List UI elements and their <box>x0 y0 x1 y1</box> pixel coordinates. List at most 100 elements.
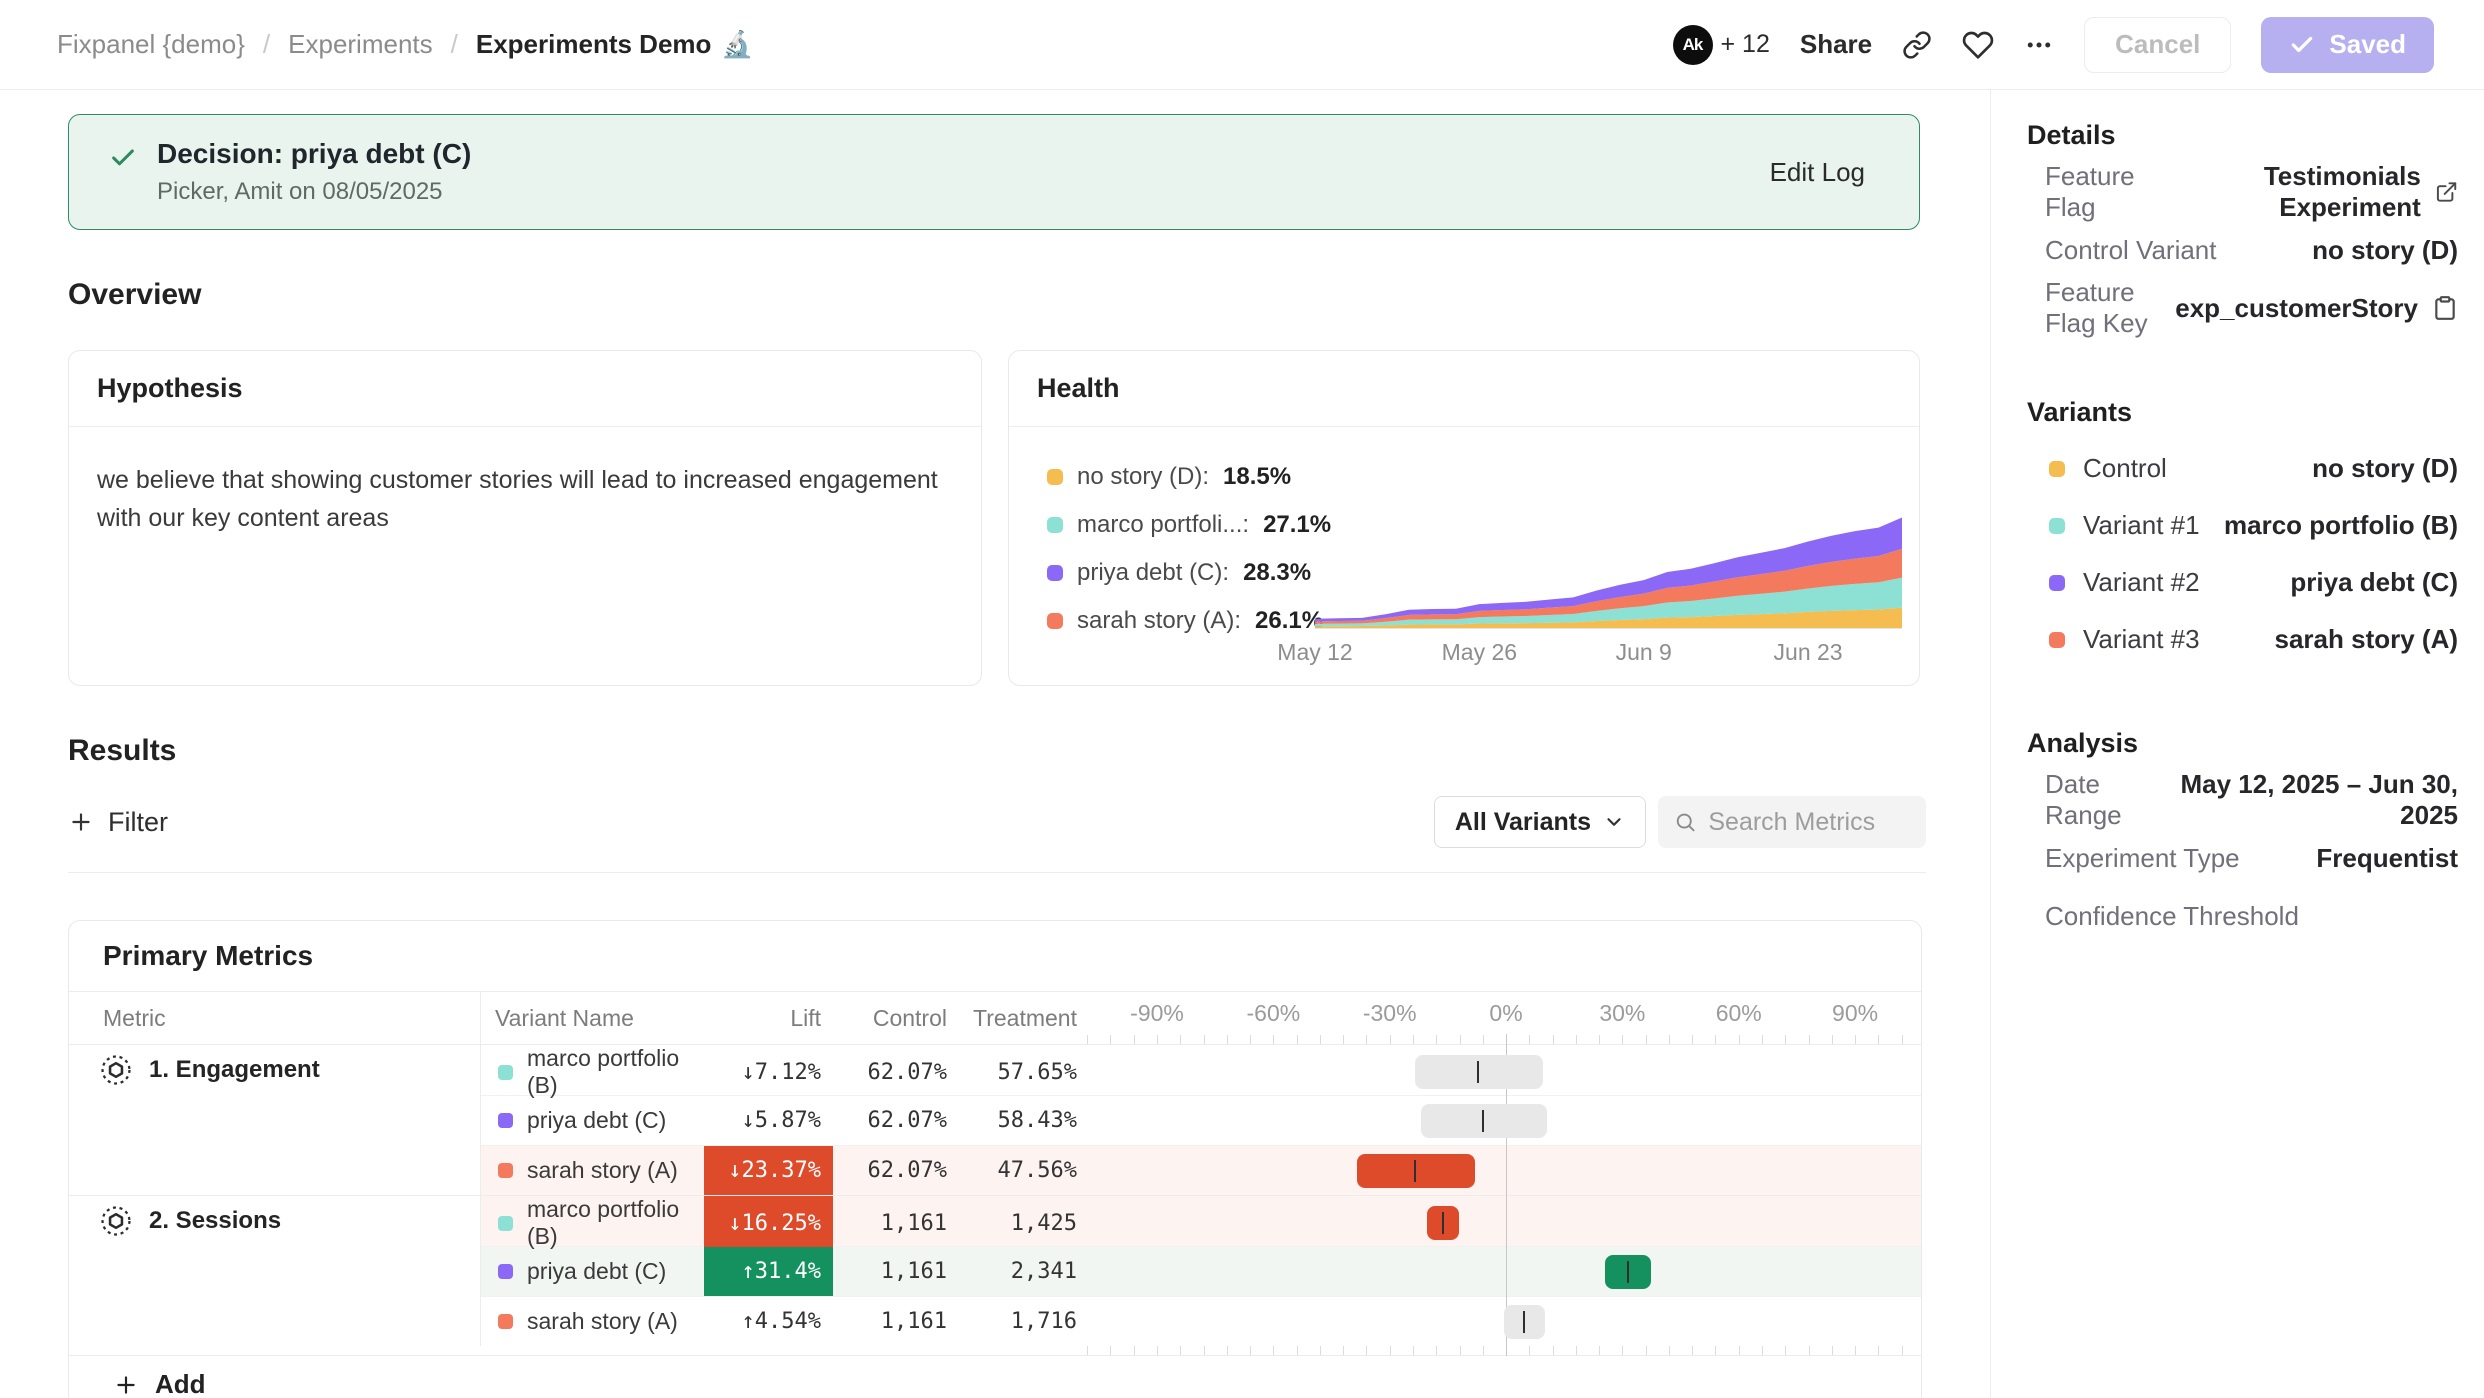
metric-variant-row[interactable]: sarah story (A)↑4.54%1,1611,716 <box>481 1296 1921 1346</box>
variant-name: marco portfolio (B) <box>527 1196 704 1250</box>
breadcrumb-experiments[interactable]: Experiments <box>288 29 433 60</box>
decision-title: Decision: priya debt (C) <box>157 138 471 170</box>
avatar[interactable]: Ak <box>1673 25 1713 65</box>
analysis-heading: Analysis <box>2027 728 2458 759</box>
metric-name[interactable]: 1. Engagement <box>69 1045 480 1095</box>
favorite-heart-icon[interactable] <box>1962 29 1994 61</box>
variant-row: Variant #3sarah story (A) <box>2027 611 2458 668</box>
link-icon[interactable] <box>1902 30 1932 60</box>
metric-name[interactable]: 2. Sessions <box>69 1196 480 1246</box>
lift-cell: ↓7.12% <box>704 1045 833 1099</box>
detail-row: Control Variant no story (D) <box>2027 221 2458 279</box>
mean-marker <box>1627 1261 1629 1283</box>
bottom-axis-ruler <box>69 1346 1921 1355</box>
health-body: no story (D): 18.5% marco portfoli...: 2… <box>1009 427 1919 686</box>
legend-item: sarah story (A): 26.1% <box>1047 597 1331 645</box>
lift-axis-label: -60% <box>1247 1000 1301 1027</box>
analysis-label: Date Range <box>2027 769 2164 831</box>
cancel-button[interactable]: Cancel <box>2084 17 2231 73</box>
legend-label: marco portfoli...: <box>1077 511 1249 539</box>
detail-row: Feature Flag Key exp_customerStory <box>2027 279 2458 337</box>
confidence-interval-bar <box>1357 1154 1475 1188</box>
legend-label: priya debt (C): <box>1077 559 1229 587</box>
check-icon <box>2289 32 2315 58</box>
metric-variant-row[interactable]: marco portfolio (B)↓7.12%62.07%57.65% <box>481 1045 1921 1095</box>
col-lift: Lift <box>704 992 833 1044</box>
edit-log-button[interactable]: Edit Log <box>1770 157 1865 188</box>
control-value: 1,161 <box>881 1259 947 1284</box>
variant-color-dot <box>498 1163 513 1178</box>
variant-name-cell: sarah story (A) <box>481 1297 704 1346</box>
variants-rows: Controlno story (D)Variant #1marco portf… <box>2027 440 2458 668</box>
legend-item: no story (D): 18.5% <box>1047 453 1331 501</box>
more-options-icon[interactable] <box>2024 30 2054 60</box>
legend-swatch <box>1047 517 1063 533</box>
control-cell: 1,161 <box>833 1297 951 1346</box>
x-axis-tick-label: Jun 23 <box>1774 639 1843 666</box>
top-bar: Fixpanel {demo} / Experiments / Experime… <box>0 0 2484 90</box>
breadcrumb-project[interactable]: Fixpanel {demo} <box>57 29 245 60</box>
x-axis-tick-label: May 26 <box>1442 639 1517 666</box>
confidence-interval-cell <box>1081 1146 1921 1195</box>
control-value: 62.07% <box>868 1108 947 1133</box>
metric-variant-row[interactable]: sarah story (A)↓23.37%62.07%47.56% <box>481 1145 1921 1195</box>
detail-label: Control Variant <box>2027 235 2217 266</box>
variant-color-swatch <box>2049 461 2065 477</box>
lift-axis-label: 90% <box>1832 1000 1878 1027</box>
topbar-actions: Ak + 12 Share Cancel Saved <box>1673 17 2435 73</box>
analysis-row: Date Range May 12, 2025 – Jun 30, 2025 <box>2027 771 2458 829</box>
variant-value: no story (D) <box>2312 453 2458 484</box>
metric-variant-row[interactable]: priya debt (C)↑31.4%1,1612,341 <box>481 1246 1921 1296</box>
external-link-icon[interactable] <box>2435 178 2458 206</box>
decision-check-icon <box>109 144 137 172</box>
confidence-interval-cell <box>1081 1247 1921 1296</box>
confidence-interval-cell <box>1081 1045 1921 1099</box>
hypothesis-card-title: Hypothesis <box>69 351 981 427</box>
variant-value: priya debt (C) <box>2290 567 2458 598</box>
legend-value: 18.5% <box>1223 463 1291 491</box>
variant-name-cell: marco portfolio (B) <box>481 1045 704 1099</box>
metric-cell: 2. Sessions <box>69 1196 481 1346</box>
metric-target-icon <box>99 1204 133 1238</box>
variant-slot-label: Control <box>2083 453 2167 484</box>
treatment-value: 47.56% <box>998 1158 1077 1183</box>
lift-axis-header: -90%-60%-30%0%30%60%90% <box>1081 992 1921 1044</box>
zero-axis-line <box>1506 1145 1507 1196</box>
add-metric-button[interactable]: Add <box>69 1355 1921 1398</box>
legend-swatch <box>1047 565 1063 581</box>
variant-color-dot <box>498 1314 513 1329</box>
treatment-value: 57.65% <box>998 1060 1077 1085</box>
table-column-header: Metric Variant Name Lift Control Treatme… <box>69 992 1921 1045</box>
col-treatment: Treatment <box>951 992 1081 1044</box>
detail-row: Feature Flag Testimonials Experiment <box>2027 163 2458 221</box>
collaborator-count[interactable]: + 12 <box>1721 30 1770 59</box>
variants-dropdown[interactable]: All Variants <box>1434 796 1646 848</box>
saved-button[interactable]: Saved <box>2261 17 2434 73</box>
health-card: Health no story (D): 18.5% marco portfol… <box>1008 350 1920 686</box>
toolbar-right: All Variants <box>1434 796 1926 848</box>
treatment-cell: 1,425 <box>951 1196 1081 1250</box>
variant-name: marco portfolio (B) <box>527 1045 704 1099</box>
clipboard-copy-icon[interactable] <box>2432 295 2458 321</box>
search-metrics-input[interactable] <box>1706 807 1910 838</box>
variant-name-cell: sarah story (A) <box>481 1146 704 1195</box>
add-filter-button[interactable]: Filter <box>68 807 168 838</box>
detail-label: Feature Flag Key <box>2027 277 2175 339</box>
overview-cards: Hypothesis we believe that showing custo… <box>68 350 1990 686</box>
decision-texts: Decision: priya debt (C) Picker, Amit on… <box>157 138 471 206</box>
lift-axis-label: 0% <box>1489 1000 1522 1027</box>
confidence-interval-bar <box>1504 1305 1545 1339</box>
variant-color-dot <box>498 1216 513 1231</box>
mean-marker <box>1442 1212 1444 1234</box>
share-button[interactable]: Share <box>1800 29 1872 60</box>
variants-dropdown-value: All Variants <box>1455 808 1591 837</box>
variant-name: priya debt (C) <box>527 1107 666 1134</box>
treatment-value: 1,425 <box>1011 1211 1077 1236</box>
confidence-interval-cell <box>1081 1297 1921 1346</box>
variant-color-dot <box>498 1065 513 1080</box>
detail-value: Testimonials Experiment <box>2168 161 2421 223</box>
breadcrumb-current: Experiments Demo 🔬 <box>476 29 754 60</box>
col-control: Control <box>833 992 951 1044</box>
metric-variant-row[interactable]: priya debt (C)↓5.87%62.07%58.43% <box>481 1095 1921 1145</box>
metric-variant-row[interactable]: marco portfolio (B)↓16.25%1,1611,425 <box>481 1196 1921 1246</box>
